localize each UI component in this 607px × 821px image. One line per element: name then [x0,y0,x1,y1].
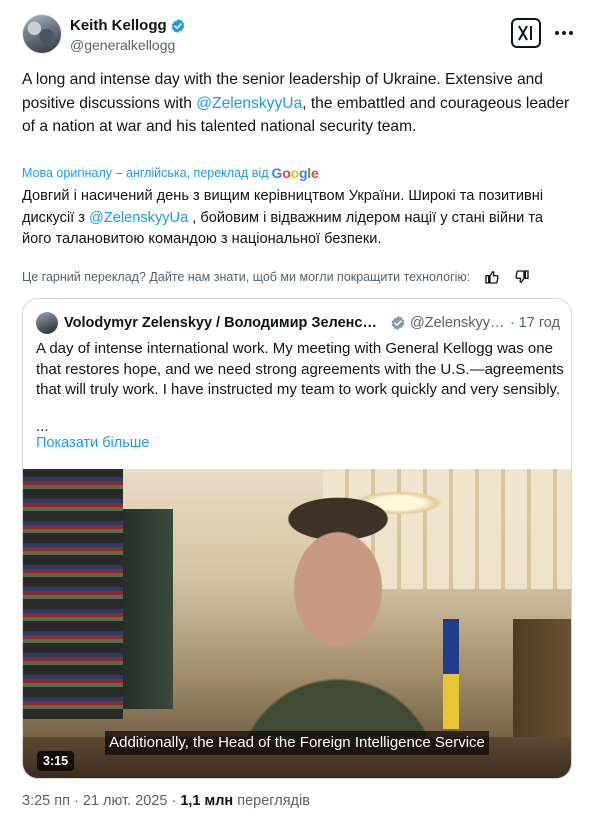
tweet-time[interactable]: 3:25 пп [22,793,70,809]
thumbs-down-icon[interactable] [514,269,530,285]
video-scene-wall [23,469,123,719]
translation-note: Мова оригіналу – англійська, переклад ві… [22,164,322,182]
verified-icon [171,18,184,33]
author-display-name[interactable]: Keith Kellogg [70,16,167,35]
verified-icon [391,316,405,330]
author-handle[interactable]: @generalkellogg [70,35,186,55]
tweet-header: Keith Kellogg @generalkellogg [22,14,587,58]
views-count: 1,1 млн [180,793,234,809]
tweet-mention-link[interactable]: @ZelenskyyUa [196,95,302,112]
author-names: Keith Kellogg @generalkellogg [70,16,186,55]
translation-note-text: Мова оригіналу – англійська, переклад ві… [22,166,269,180]
grok-glyph [518,25,532,41]
meta-separator: · [74,793,79,809]
quoted-separator: · [509,315,515,331]
thumbs-up-icon[interactable] [484,269,500,285]
video-player[interactable]: Additionally, the Head of the Foreign In… [23,469,571,778]
more-dots [555,31,573,35]
video-caption: Additionally, the Head of the Foreign In… [23,731,571,755]
quoted-timestamp[interactable]: 17 год [519,315,560,331]
quoted-tweet-text: A day of intense international work. My … [36,340,564,398]
feedback-text: Це гарний переклад? Дайте нам знати, щоб… [22,270,471,284]
show-more-link[interactable]: Показати більше [36,435,149,451]
google-logo: Google [271,165,319,181]
author-display-name-row[interactable]: Keith Kellogg [70,16,186,35]
author-avatar[interactable] [22,14,62,54]
tweet-text: A long and intense day with the senior l… [22,68,572,139]
views-label: переглядів [237,793,310,809]
quoted-author-avatar[interactable] [36,312,58,334]
translation-feedback: Це гарний переклад? Дайте нам знати, щоб… [22,268,562,286]
quoted-ellipsis: ... [36,418,49,435]
video-caption-text: Additionally, the Head of the Foreign In… [105,731,489,755]
quoted-author-name[interactable]: Volodymyr Zelenskyy / Володимир Зеленськ… [64,315,384,331]
tweet-date[interactable]: 21 лют. 2025 [83,793,168,809]
meta-separator: · [171,793,177,809]
more-icon[interactable] [553,22,575,44]
video-duration: 3:15 [37,751,75,771]
quoted-tweet[interactable]: Volodymyr Zelenskyy / Володимир Зеленськ… [22,298,572,779]
translated-mention-link[interactable]: @ZelenskyyUa [89,210,188,226]
grok-icon[interactable] [511,18,541,48]
translated-text: Довгий і насичений день з вищим керівниц… [22,186,572,251]
quoted-tweet-header: Volodymyr Zelenskyy / Володимир Зеленськ… [36,311,560,335]
tweet-meta: 3:25 пп · 21 лют. 2025 · 1,1 млн перегля… [22,793,310,809]
video-scene-panel [123,509,173,709]
quoted-author-handle[interactable]: @ZelenskyyUa [410,315,506,331]
